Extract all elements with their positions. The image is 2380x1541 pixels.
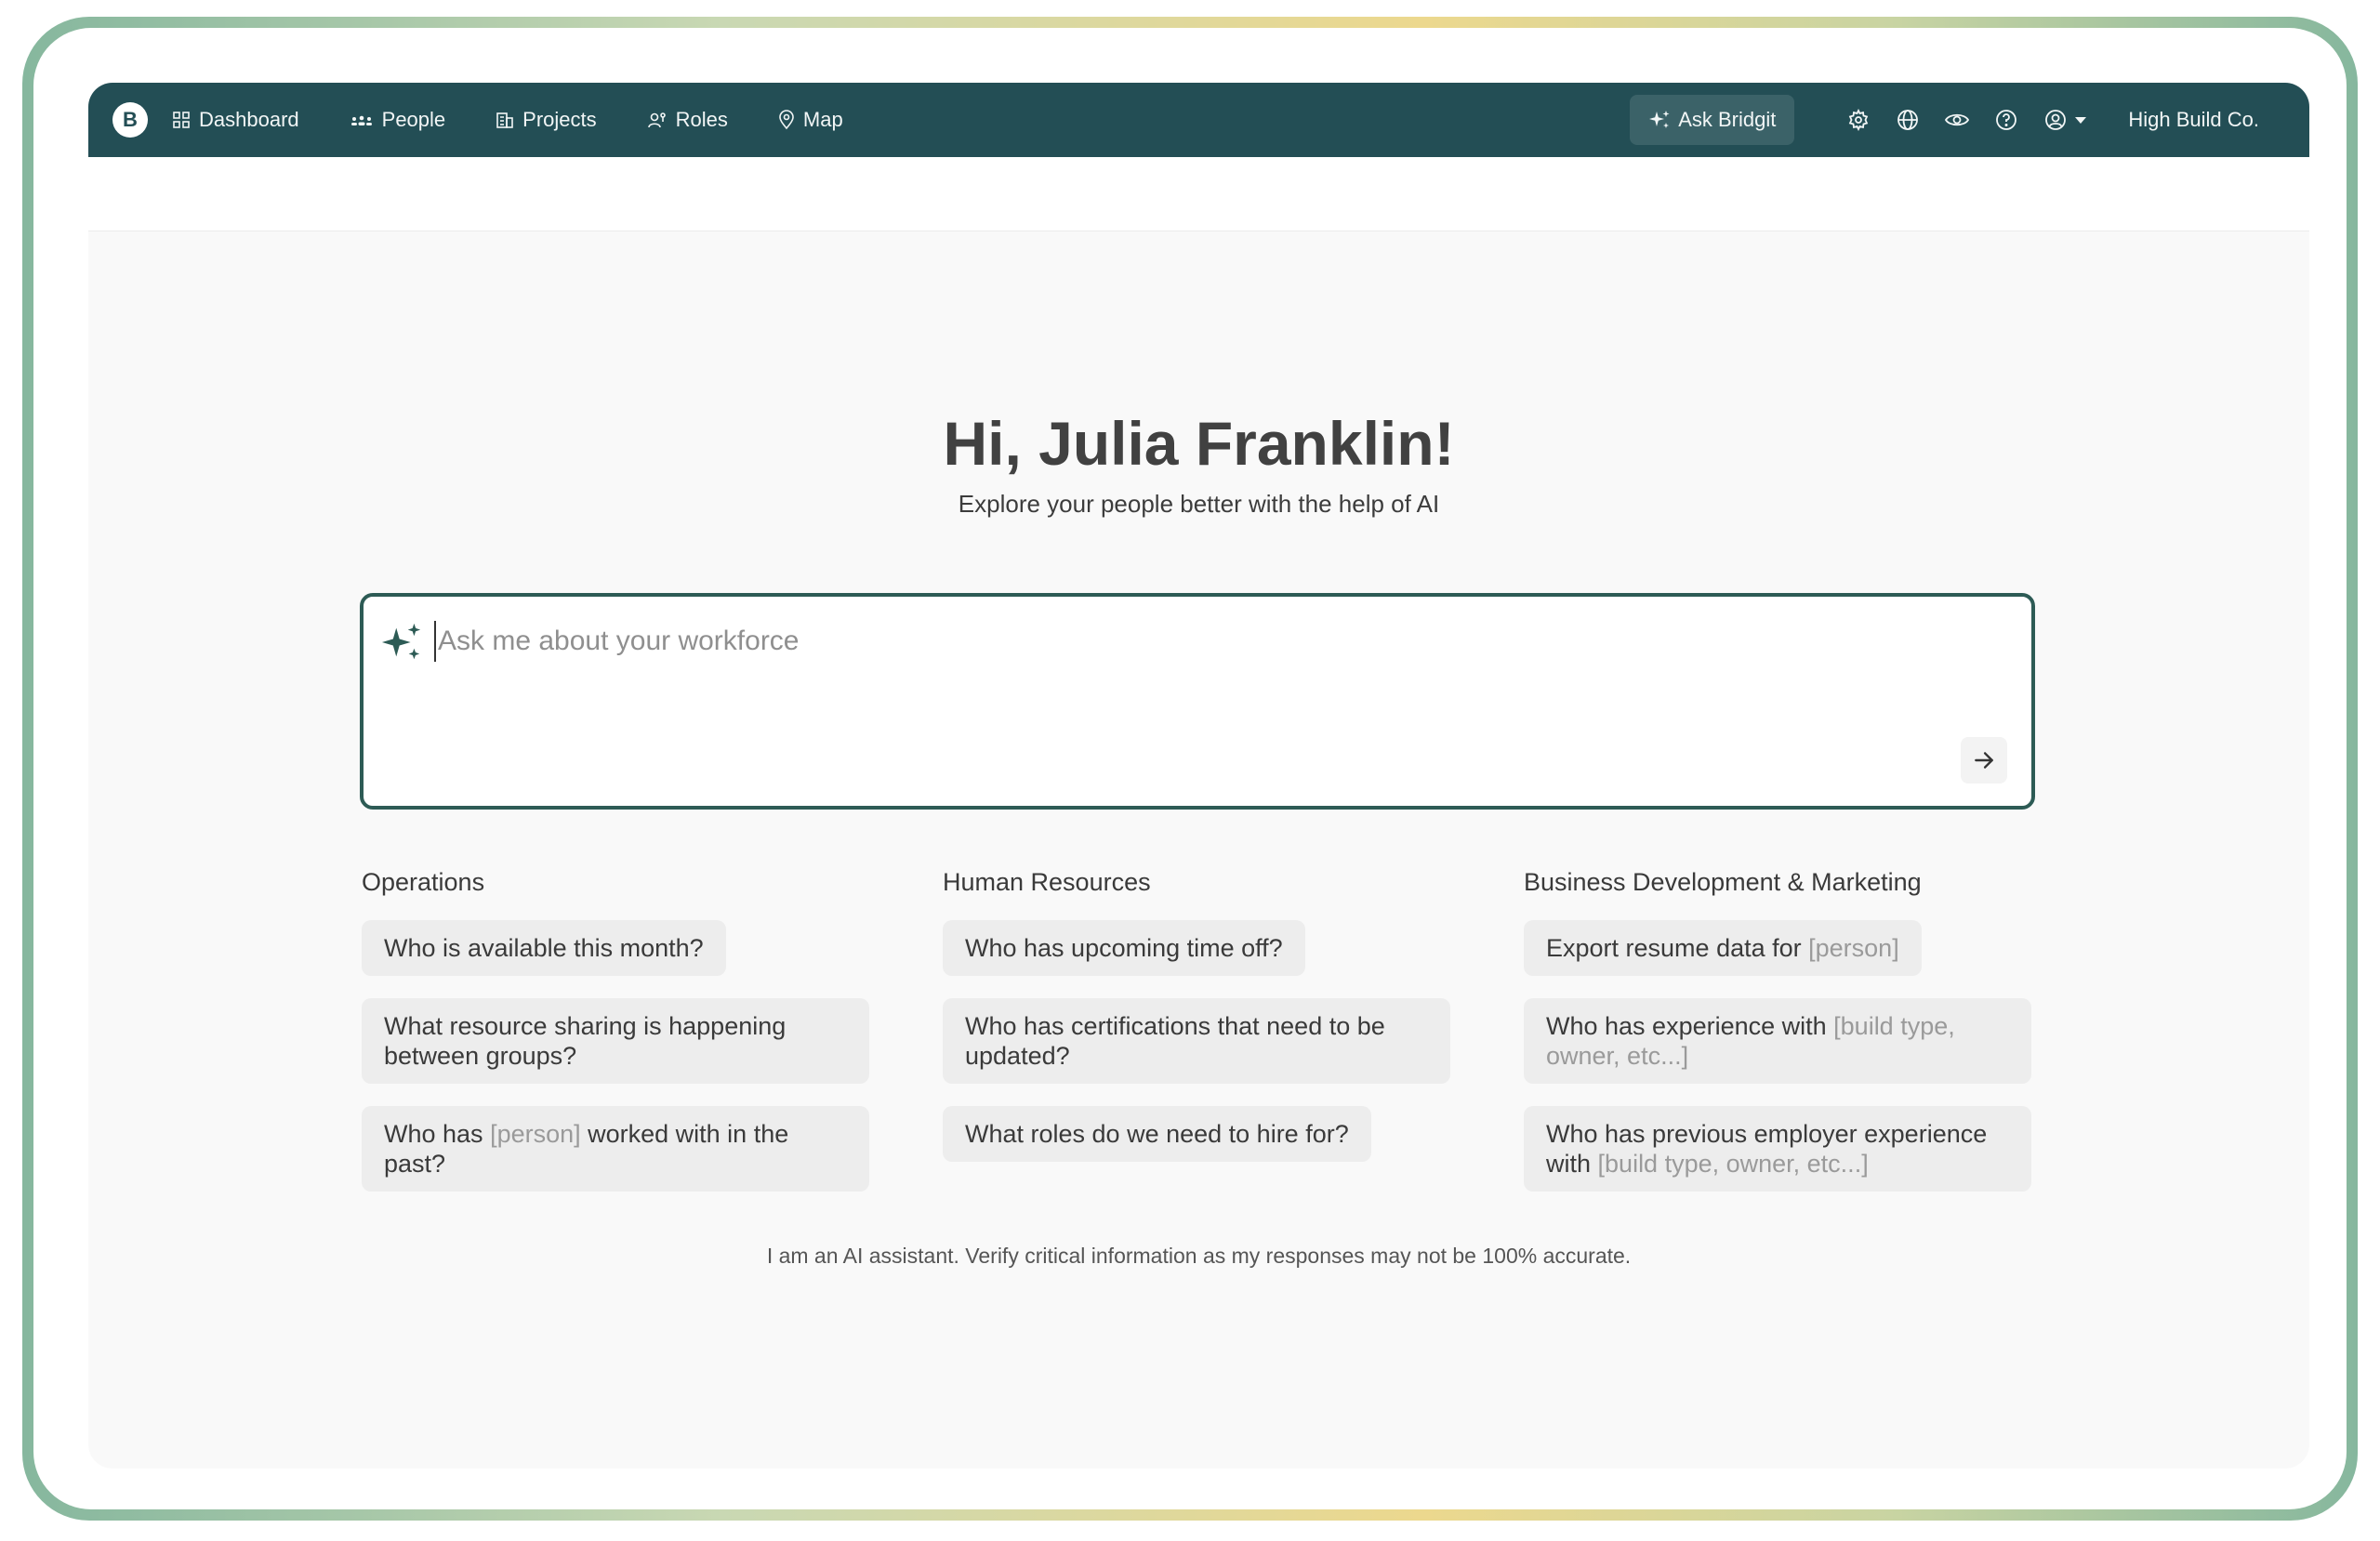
sub-header-bar	[88, 157, 2309, 231]
category-business-development: Business Development & Marketing Export …	[1524, 868, 2031, 1214]
arrow-right-icon	[1975, 752, 1993, 769]
gear-icon[interactable]	[1846, 108, 1871, 132]
nav-item-label: Dashboard	[199, 108, 299, 131]
map-pin-icon	[779, 110, 794, 130]
ai-disclaimer: I am an AI assistant. Verify critical in…	[766, 1244, 1632, 1268]
placeholder-token: [person]	[1808, 934, 1899, 962]
nav-item-people[interactable]: People	[350, 108, 446, 132]
nav-item-roles[interactable]: Roles	[647, 108, 728, 132]
building-icon	[496, 112, 513, 128]
user-circle-icon[interactable]	[2043, 108, 2068, 132]
people-icon	[350, 115, 372, 125]
ask-bridgit-button[interactable]: Ask Bridgit	[1630, 95, 1795, 145]
sparkle-icon	[1649, 111, 1670, 128]
suggestion-chip[interactable]: Who has [person] worked with in the past…	[362, 1106, 869, 1192]
user-key-icon	[647, 112, 666, 128]
nav-item-label: Projects	[522, 108, 597, 131]
chip-text: Who has upcoming time off?	[965, 934, 1283, 962]
suggestion-chip[interactable]: Who is available this month?	[362, 920, 726, 976]
prompt-list: Who is available this month? What resourc…	[362, 920, 869, 1192]
bridgit-logo[interactable]: B	[112, 102, 148, 138]
company-name[interactable]: High Build Co.	[2128, 108, 2259, 132]
prompt-list: Export resume data for [person] Who has e…	[1524, 920, 2031, 1192]
suggestion-chip[interactable]: Who has upcoming time off?	[943, 920, 1305, 976]
category-title: Human Resources	[943, 868, 1151, 896]
frame-inner: B Dashboard People Projects Roles Map As…	[33, 28, 2347, 1509]
app-window: B Dashboard People Projects Roles Map As…	[88, 83, 2309, 1469]
suggestion-chip[interactable]: What roles do we need to hire for?	[943, 1106, 1371, 1162]
send-button[interactable]	[1961, 737, 2007, 784]
nav-item-label: People	[381, 108, 446, 131]
ai-prompt-box	[360, 593, 2035, 810]
chip-text: What resource sharing is happening betwe…	[384, 1012, 787, 1070]
chip-text: Who is available this month?	[384, 934, 704, 962]
sparkle-icon	[381, 623, 421, 660]
grid-icon	[173, 112, 190, 128]
suggestion-chip[interactable]: Who has experience with [build type, own…	[1524, 998, 2031, 1084]
top-nav: B Dashboard People Projects Roles Map As…	[88, 83, 2309, 157]
page-title: Hi, Julia Franklin!	[943, 409, 1455, 478]
globe-icon[interactable]	[1896, 108, 1920, 132]
chip-text: Export resume data for	[1546, 934, 1809, 962]
placeholder-token: [build type, owner, etc...]	[1597, 1150, 1869, 1178]
nav-item-dashboard[interactable]: Dashboard	[172, 108, 299, 132]
nav-item-label: Roles	[675, 108, 728, 131]
ask-bridgit-label: Ask Bridgit	[1678, 108, 1777, 131]
ai-prompt-input[interactable]	[434, 621, 1922, 662]
chip-text: Who has experience with	[1546, 1012, 1834, 1040]
category-title: Business Development & Marketing	[1524, 868, 1922, 896]
chip-text: Who has	[384, 1120, 491, 1148]
device-frame: B Dashboard People Projects Roles Map As…	[22, 17, 2358, 1521]
nav-item-label: Map	[802, 108, 843, 131]
suggestion-chip[interactable]: What resource sharing is happening betwe…	[362, 998, 869, 1084]
suggestion-chip[interactable]: Export resume data for [person]	[1524, 920, 1922, 976]
chip-text: Who has certifications that need to be u…	[965, 1012, 1385, 1070]
prompt-list: Who has upcoming time off? Who has certif…	[943, 920, 1450, 1184]
help-icon[interactable]	[1994, 108, 2018, 132]
category-human-resources: Human Resources Who has upcoming time of…	[943, 868, 1450, 1184]
category-operations: Operations Who is available this month? W…	[362, 868, 869, 1214]
suggestion-chip[interactable]: Who has certifications that need to be u…	[943, 998, 1450, 1084]
nav-item-projects[interactable]: Projects	[496, 108, 597, 132]
placeholder-token: [person]	[490, 1120, 581, 1148]
chip-text: What roles do we need to hire for?	[965, 1120, 1349, 1148]
eye-icon[interactable]	[1945, 108, 1970, 132]
chevron-down-icon[interactable]	[2074, 112, 2087, 127]
nav-item-map[interactable]: Map	[778, 108, 843, 132]
page-subtitle: Explore your people better with the help…	[958, 490, 1440, 518]
category-title: Operations	[362, 868, 485, 896]
suggestion-chip[interactable]: Who has previous employer experience wit…	[1524, 1106, 2031, 1192]
